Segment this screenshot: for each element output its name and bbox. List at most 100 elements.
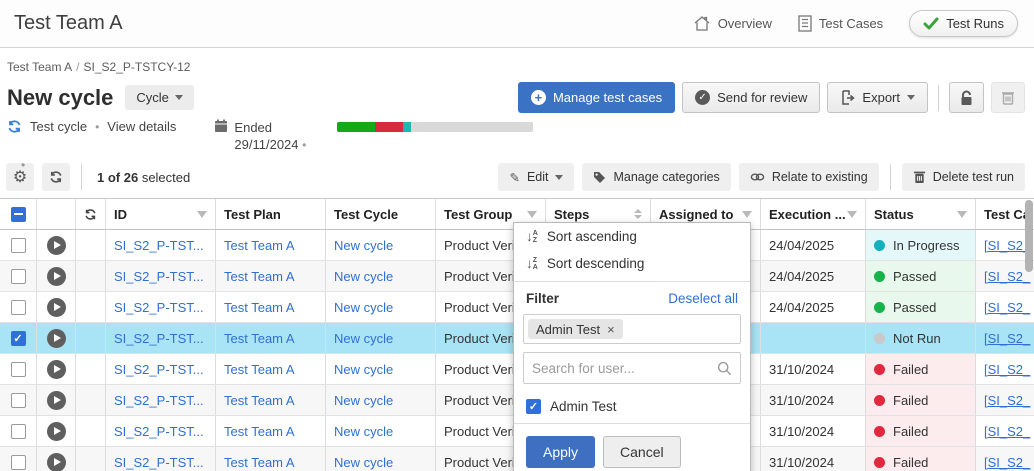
plus-circle-icon: + [531,90,546,105]
export-button[interactable]: Export [827,82,928,113]
status-dot [874,426,885,437]
test-plan-link[interactable]: Test Team A [224,269,295,284]
test-cycle-link[interactable]: New cycle [334,393,393,408]
test-run-id-link[interactable]: SI_S2_P-TST... [114,362,204,377]
progress-segment-passed [337,122,375,132]
user-option-checkbox[interactable] [526,399,541,414]
test-case-link[interactable]: [SI_S2_ [984,269,1030,284]
test-run-id-link[interactable]: SI_S2_P-TST... [114,300,204,315]
test-group-text: Product Verifi [444,362,521,377]
test-case-link[interactable]: [SI_S2_ [984,331,1030,346]
delete-button[interactable] [991,82,1025,113]
send-for-review-button[interactable]: ✓ Send for review [682,82,820,113]
sort-icon[interactable] [634,209,642,219]
user-option-row[interactable]: Admin Test [514,392,750,424]
export-icon [840,90,855,105]
filter-icon[interactable] [527,211,537,218]
tab-test-runs[interactable]: Test Runs [909,10,1018,37]
test-run-id-link[interactable]: SI_S2_P-TST... [114,238,204,253]
test-plan-link[interactable]: Test Team A [224,238,295,253]
user-search-input[interactable] [532,361,717,376]
test-run-id-link[interactable]: SI_S2_P-TST... [114,331,204,346]
row-checkbox[interactable] [11,300,26,315]
filter-icon[interactable] [957,211,967,218]
row-checkbox[interactable] [11,455,26,470]
run-test-icon[interactable] [47,391,66,410]
test-cycle-link[interactable]: New cycle [334,300,393,315]
header-test-cycle[interactable]: Test Cycle [326,199,436,229]
cycle-type-button[interactable]: Cycle [125,85,194,110]
test-case-link[interactable]: [SI_S2_ [984,362,1030,377]
test-case-link[interactable]: [SI_S2_ [984,424,1030,439]
filter-icon[interactable] [847,211,857,218]
sort-descending-item[interactable]: ↓ZA Sort descending [514,250,750,277]
select-all-cell[interactable] [0,199,37,229]
test-run-id-link[interactable]: SI_S2_P-TST... [114,269,204,284]
tab-overview[interactable]: Overview [693,15,772,32]
test-run-id-link[interactable]: SI_S2_P-TST... [114,424,204,439]
row-checkbox[interactable] [11,269,26,284]
selected-filters-box[interactable]: Admin Test × [523,314,741,344]
test-plan-link[interactable]: Test Team A [224,331,295,346]
test-cycle-link[interactable]: New cycle [334,331,393,346]
header-status[interactable]: Status [866,199,976,229]
row-checkbox[interactable] [11,393,26,408]
test-plan-link[interactable]: Test Team A [224,362,295,377]
status-label: Failed [893,455,928,470]
tab-test-cases[interactable]: Test Cases [798,15,883,32]
assigned-to-filter-popup: ↓AZ Sort ascending ↓ZA Sort descending F… [513,222,751,471]
test-cycle-link[interactable]: New cycle [334,455,393,470]
view-details-link[interactable]: View details [107,119,176,134]
header-id[interactable]: ID [106,199,216,229]
deselect-all-link[interactable]: Deselect all [668,291,738,306]
remove-chip-icon[interactable]: × [607,322,615,337]
select-all-checkbox[interactable] [11,207,26,222]
filter-icon[interactable] [742,211,752,218]
run-test-icon[interactable] [47,329,66,348]
run-test-icon[interactable] [47,360,66,379]
test-cycle-link[interactable]: New cycle [334,424,393,439]
test-plan-link[interactable]: Test Team A [224,424,295,439]
breadcrumb-root[interactable]: Test Team A [7,60,72,74]
run-test-icon[interactable] [47,236,66,255]
row-checkbox[interactable] [11,424,26,439]
test-case-link[interactable]: [SI_S2_ [984,300,1030,315]
vertical-scrollbar[interactable] [1025,200,1033,272]
filter-chip: Admin Test × [528,319,623,339]
row-checkbox[interactable] [11,362,26,377]
breadcrumb-current[interactable]: SI_S2_P-TSTCY-12 [84,60,191,74]
test-case-link[interactable]: [SI_S2_ [984,238,1030,253]
test-cycle-link[interactable]: New cycle [334,269,393,284]
progress-segment-not-run [411,122,533,132]
test-case-link[interactable]: [SI_S2_ [984,393,1030,408]
lock-button[interactable] [949,82,984,113]
cancel-button[interactable]: Cancel [603,436,681,468]
run-test-icon[interactable] [47,422,66,441]
test-case-link[interactable]: [SI_S2_ [984,455,1030,470]
breadcrumb-separator: / [72,60,83,74]
test-plan-link[interactable]: Test Team A [224,300,295,315]
test-cycle-link[interactable]: New cycle [334,362,393,377]
user-search [523,352,741,384]
manage-test-cases-button[interactable]: + Manage test cases [518,82,675,113]
run-test-icon[interactable] [47,298,66,317]
status-dot [874,240,885,251]
test-plan-link[interactable]: Test Team A [224,393,295,408]
test-run-id-link[interactable]: SI_S2_P-TST... [114,455,204,470]
test-plan-link[interactable]: Test Team A [224,455,295,470]
run-test-icon[interactable] [47,267,66,286]
row-checkbox[interactable] [11,331,26,346]
filter-chip-label: Admin Test [536,322,600,337]
status-dot [874,333,885,344]
run-test-icon[interactable] [47,453,66,471]
apply-button[interactable]: Apply [526,436,595,468]
header-execution[interactable]: Execution ... [761,199,866,229]
sort-ascending-item[interactable]: ↓AZ Sort ascending [514,223,750,250]
row-checkbox[interactable] [11,238,26,253]
header-test-plan[interactable]: Test Plan [216,199,326,229]
status-dot [874,302,885,313]
test-cycle-link[interactable]: New cycle [334,238,393,253]
test-run-id-link[interactable]: SI_S2_P-TST... [114,393,204,408]
bullet: • [302,138,306,152]
filter-icon[interactable] [197,211,207,218]
